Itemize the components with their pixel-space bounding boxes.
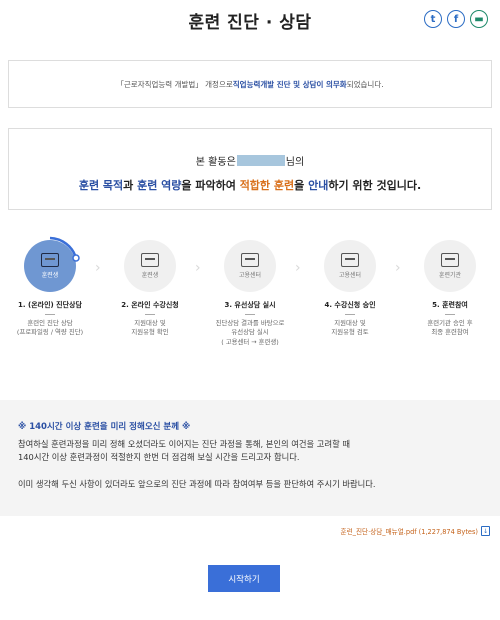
download-label: 훈련_진단·상담_매뉴얼.pdf (1,227,874 Bytes)	[340, 528, 478, 536]
step-desc-line: ( 고용센터 → 훈련생)	[221, 337, 279, 346]
notice-highlight: 직업능력개발 진단 및 상담이 의무화	[232, 79, 347, 89]
step-desc-line: 훈련기관 승인 후	[427, 319, 473, 327]
step-desc-line: 최종 훈련참여	[431, 328, 469, 337]
notice-box: 「근로자직업능력 개발법」 개정으로 직업능력개발 진단 및 상담이 의무화 되…	[8, 60, 492, 108]
intro-text: 하기 위한 것입니다.	[328, 179, 422, 192]
info-title: ※ 140시간 이상 훈련을 미리 정해오신 분께 ※	[18, 422, 191, 432]
divider	[145, 314, 155, 315]
step-desc: 훈련기관 승인 후 최종 훈련참여	[400, 319, 500, 338]
step-title: 5. 훈련참여	[432, 301, 468, 309]
step-desc: 지원대상 및 지원유형 검토	[300, 319, 400, 338]
kakaotalk-share-icon[interactable]: ▬	[470, 10, 488, 28]
facebook-share-icon[interactable]: f	[447, 10, 465, 28]
step-desc-line: 지원유형 검토	[331, 328, 369, 337]
step-desc-line: (프로파일링 / 역량 진단)	[16, 328, 84, 337]
step-desc-line: 지원유형 확인	[131, 328, 169, 337]
intro-text: 을	[294, 179, 309, 192]
intro-keyword-guide: 안내	[308, 179, 329, 192]
step-desc-line: 지원대상 및	[334, 319, 366, 327]
step-desc: 훈련인 진단 상담 (프로파일링 / 역량 진단)	[0, 319, 100, 338]
user-name-mask	[236, 155, 285, 166]
header: 훈련 진단 · 상담 t f ▬	[0, 0, 500, 40]
step-title: 1. (온라인) 진단상담	[18, 301, 82, 309]
step-role: 고용센터	[238, 272, 262, 279]
step-title: 2. 온라인 수강신청	[121, 301, 179, 309]
phone-chat-icon	[241, 253, 259, 267]
intro-keyword-suitable: 적합한 훈련	[239, 179, 295, 192]
notice-prefix: 「근로자직업능력 개발법」 개정으로	[116, 79, 233, 89]
divider	[445, 314, 455, 315]
instructor-icon	[441, 253, 459, 267]
step-2: 훈련생 2. 온라인 수강신청 지원대상 및 지원유형 확인	[100, 240, 200, 338]
edit-form-icon	[141, 253, 159, 267]
divider	[45, 314, 55, 315]
step-role: 고용센터	[338, 272, 362, 279]
intro-line1: 본 활동은 님의	[9, 153, 491, 168]
step-3: 고용센터 3. 유선상담 실시 진단상담 결과를 바탕으로 유선상담 실시 ( …	[200, 240, 300, 347]
manual-download-link[interactable]: 훈련_진단·상담_매뉴얼.pdf (1,227,874 Bytes) ↓	[341, 526, 490, 536]
step-2-circle: 훈련생	[124, 240, 176, 292]
share-buttons: t f ▬	[424, 10, 488, 28]
intro-text: 과	[123, 179, 138, 192]
step-desc-line: 훈련인 진단 상담	[27, 319, 73, 327]
step-3-circle: 고용센터	[224, 240, 276, 292]
notice-suffix: 되었습니다.	[346, 79, 384, 89]
step-4-circle: 고용센터	[324, 240, 376, 292]
intro-keyword-purpose: 훈련 목적	[78, 179, 124, 192]
step-4: 고용센터 4. 수강신청 승인 지원대상 및 지원유형 검토	[300, 240, 400, 338]
step-title: 3. 유선상담 실시	[224, 301, 276, 309]
step-desc-line: 지원대상 및	[134, 319, 166, 327]
step-5-circle: 훈련기관	[424, 240, 476, 292]
info-box: ※ 140시간 이상 훈련을 미리 정해오신 분께 ※ 참여하실 훈련과정을 미…	[0, 400, 500, 516]
step-desc: 진단상담 결과를 바탕으로 유선상담 실시 ( 고용센터 → 훈련생)	[200, 319, 300, 347]
info-line: 참여하실 훈련과정을 미리 정해 오셨더라도 이어지는 진단 과정을 통해, 본…	[18, 439, 350, 449]
start-button[interactable]: 시작하기	[208, 565, 280, 592]
divider	[245, 314, 255, 315]
approval-monitor-icon	[341, 253, 359, 267]
twitter-share-icon[interactable]: t	[424, 10, 442, 28]
intro-line2: 훈련 목적과 훈련 역량을 파악하여 적합한 훈련을 안내하기 위한 것입니다.	[9, 177, 491, 193]
step-1-circle: 훈련생	[24, 236, 80, 292]
monitor-icon	[41, 253, 59, 267]
step-1: 훈련생 1. (온라인) 진단상담 훈련인 진단 상담 (프로파일링 / 역량 …	[0, 236, 100, 338]
step-desc-line: 유선상담 실시	[231, 328, 269, 337]
intro-keyword-capability: 훈련 역량	[137, 179, 182, 192]
step-desc: 지원대상 및 지원유형 확인	[100, 319, 200, 338]
process-steps: 훈련생 1. (온라인) 진단상담 훈련인 진단 상담 (프로파일링 / 역량 …	[0, 236, 500, 380]
step-desc-line: 진단상담 결과를 바탕으로	[215, 319, 285, 327]
intro-prefix: 본 활동은	[195, 157, 236, 168]
info-line: 140시간 이상 훈련과정이 적절한지 한번 더 점검해 보실 시간을 드리고자…	[18, 451, 300, 462]
info-line: 이미 생각해 두신 사항이 있더라도 앞으로의 진단 과정에 따라 참여여부 등…	[18, 478, 376, 489]
download-icon[interactable]: ↓	[481, 526, 490, 536]
info-text: 참여하실 훈련과정을 미리 정해 오셨더라도 이어지는 진단 과정을 통해, 본…	[18, 438, 482, 464]
step-role: 훈련생	[141, 272, 159, 279]
intro-suffix: 님의	[285, 157, 305, 168]
step-title: 4. 수강신청 승인	[324, 301, 376, 309]
intro-text: 을 파악하여	[181, 179, 240, 192]
step-5: 훈련기관 5. 훈련참여 훈련기관 승인 후 최종 훈련참여	[400, 240, 500, 338]
divider	[345, 314, 355, 315]
step-role: 훈련기관	[438, 272, 462, 279]
intro-box: 본 활동은 님의 훈련 목적과 훈련 역량을 파악하여 적합한 훈련을 안내하기…	[8, 128, 492, 210]
